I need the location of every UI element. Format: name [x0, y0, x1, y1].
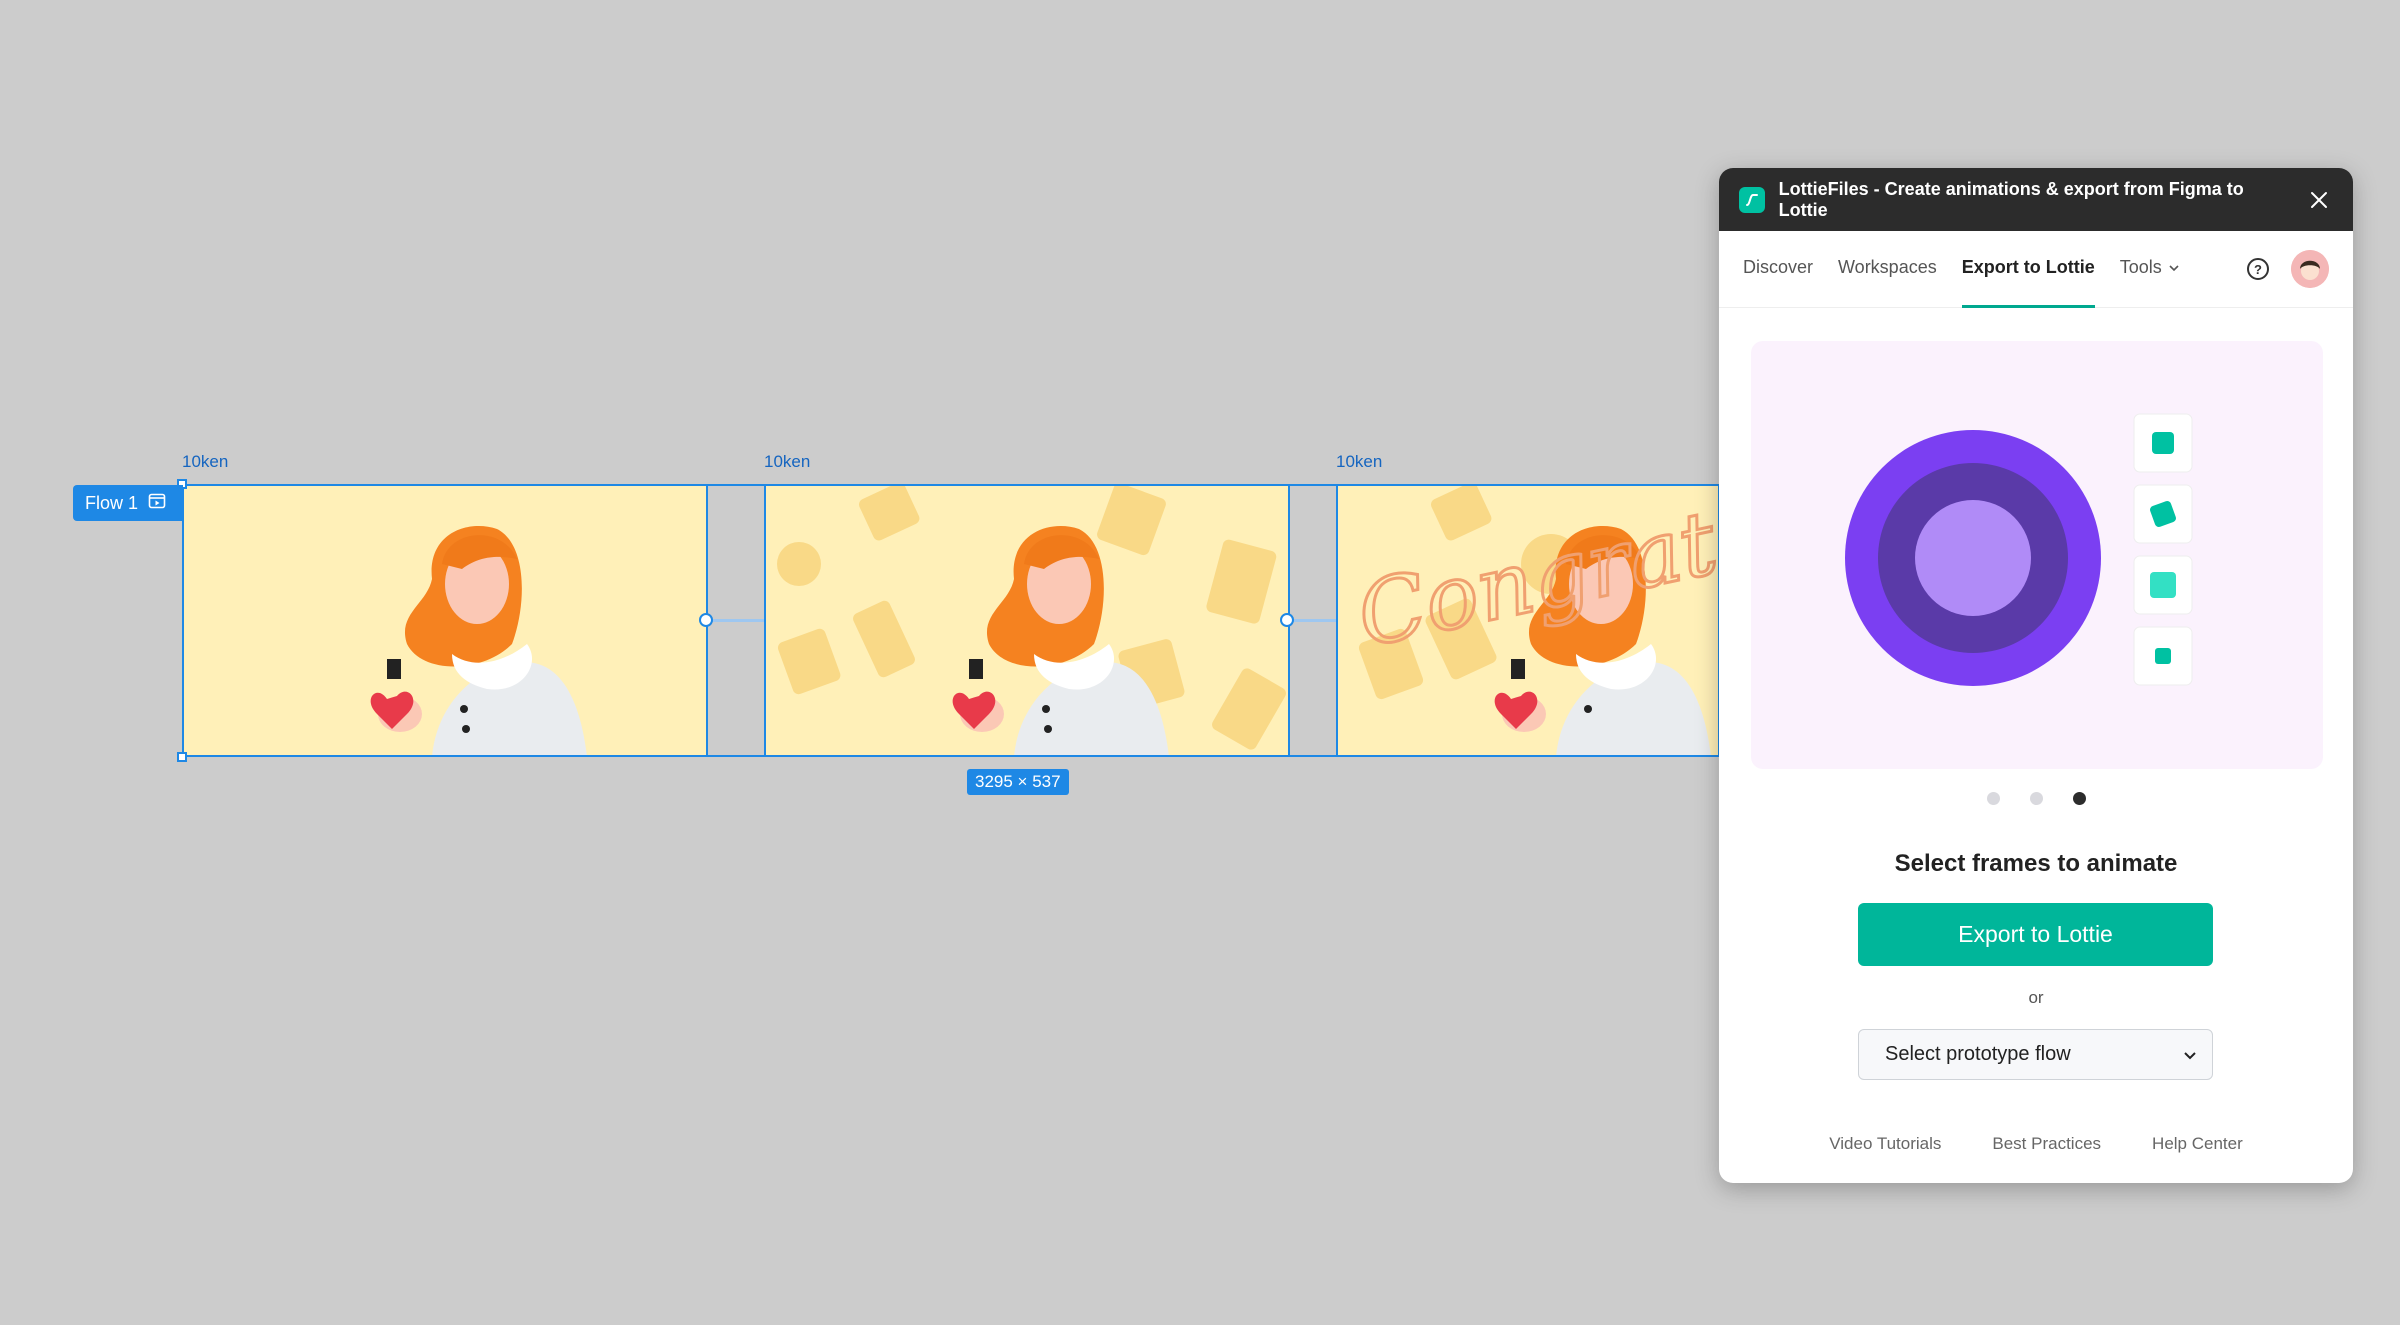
lottie-logo-icon — [1739, 186, 1765, 213]
onboarding-illustration — [1751, 341, 2323, 769]
lottie-animation-preview — [1845, 413, 2193, 686]
frame-label[interactable]: 10ken — [182, 452, 228, 472]
carousel-dots — [1719, 792, 2353, 805]
help-icon[interactable]: ? — [2247, 258, 2269, 280]
avatar[interactable] — [2291, 250, 2329, 288]
size-badge: 3295 × 537 — [967, 769, 1069, 795]
export-to-lottie-button[interactable]: Export to Lottie — [1858, 903, 2213, 966]
lottiefiles-plugin-panel: LottieFiles - Create animations & export… — [1719, 168, 2353, 1183]
link-best-practices[interactable]: Best Practices — [1992, 1134, 2101, 1154]
panel-nav: Discover Workspaces Export to Lottie Too… — [1719, 231, 2353, 308]
frame-label[interactable]: 10ken — [1336, 452, 1382, 472]
resize-handle-bottom-left[interactable] — [177, 752, 187, 762]
prototype-flow-select[interactable]: Select prototype flow — [1858, 1029, 2213, 1080]
carousel-dot[interactable] — [1986, 792, 2000, 805]
tab-discover[interactable]: Discover — [1743, 231, 1813, 308]
prototype-connector — [1290, 619, 1336, 622]
panel-title-bar[interactable]: LottieFiles - Create animations & export… — [1719, 168, 2353, 231]
frame-2-illustration — [764, 484, 1290, 757]
prototype-connector — [708, 619, 764, 622]
play-frame-icon — [148, 492, 166, 515]
or-divider-text: or — [2028, 988, 2044, 1007]
tab-tools[interactable]: Tools — [2120, 231, 2180, 308]
frame-1-illustration — [182, 484, 708, 757]
select-value: Select prototype flow — [1885, 1043, 2071, 1065]
flow-badge[interactable]: Flow 1 — [73, 485, 183, 521]
close-icon — [2311, 191, 2328, 208]
carousel-dot[interactable] — [2029, 792, 2043, 805]
connector-node[interactable] — [1280, 613, 1294, 627]
flow-label: Flow 1 — [85, 492, 139, 513]
tab-workspaces[interactable]: Workspaces — [1838, 231, 1937, 308]
frame-label[interactable]: 10ken — [764, 452, 810, 472]
frame-3-illustration: Congrats! — [1336, 484, 1720, 757]
chevron-down-icon — [2169, 264, 2179, 271]
chevron-down-icon — [2184, 1051, 2196, 1059]
frame-2[interactable] — [764, 484, 1290, 757]
frame-1[interactable] — [182, 484, 708, 757]
carousel-dot-active[interactable] — [2072, 792, 2086, 805]
close-button[interactable] — [2305, 186, 2333, 214]
tab-tools-label: Tools — [2119, 257, 2162, 277]
footer-links: Video Tutorials Best Practices Help Cent… — [1719, 1134, 2353, 1154]
tab-export-to-lottie[interactable]: Export to Lottie — [1961, 231, 2095, 308]
link-help-center[interactable]: Help Center — [2152, 1134, 2243, 1154]
panel-title: LottieFiles - Create animations & export… — [1778, 178, 2244, 220]
section-title: Select frames to animate — [1894, 850, 2178, 877]
link-video-tutorials[interactable]: Video Tutorials — [1829, 1134, 1941, 1154]
frame-3[interactable]: Congrats! — [1336, 484, 1720, 757]
connector-node[interactable] — [699, 613, 713, 627]
